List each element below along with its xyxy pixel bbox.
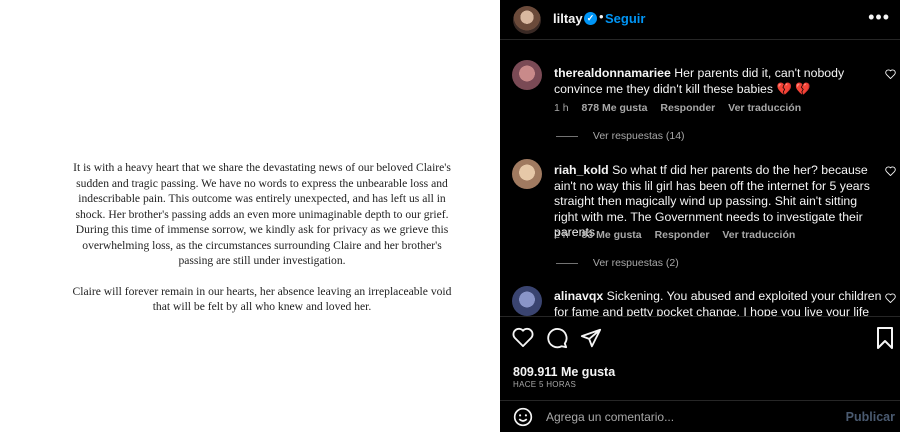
comment-bubble-icon[interactable]: [546, 327, 568, 354]
comment-time: 2 h: [554, 229, 569, 241]
comment-meta: 1 h 878 Me gusta Responder Ver traducció…: [554, 102, 811, 114]
view-replies-button[interactable]: Ver respuestas (14): [556, 130, 685, 142]
like-post-heart-icon[interactable]: [512, 327, 534, 352]
replies-divider: [556, 262, 578, 264]
comment-likes[interactable]: 878 Me gusta: [582, 102, 648, 114]
post-timestamp: HACE 5 HORAS: [513, 380, 577, 389]
comment-body: therealdonnamariee Her parents did it, c…: [554, 66, 884, 97]
view-replies-label: Ver respuestas (14): [592, 130, 685, 142]
author-avatar[interactable]: [513, 6, 541, 34]
comment-time: 1 h: [554, 102, 569, 114]
comment-composer: Agrega un comentario... Publicar: [500, 400, 900, 432]
post-header: liltay ✓ • Seguir •••: [500, 0, 900, 40]
statement-paragraph-1: It is with a heavy heart that we share t…: [73, 161, 451, 267]
comment-text: Sickening. You abused and exploited your…: [554, 289, 882, 316]
translate-button[interactable]: Ver traducción: [722, 229, 795, 241]
view-replies-label: Ver respuestas (2): [592, 257, 679, 269]
statement-paragraph-2: Claire will forever remain in our hearts…: [72, 284, 452, 314]
comment-avatar[interactable]: [512, 286, 542, 316]
view-replies-button[interactable]: Ver respuestas (2): [556, 257, 679, 269]
post-actions: 809.911 Me gusta HACE 5 HORAS: [500, 316, 900, 400]
follow-button[interactable]: Seguir: [605, 11, 645, 26]
comment-avatar[interactable]: [512, 159, 542, 189]
post-likes-count[interactable]: 809.911 Me gusta: [513, 365, 615, 379]
comments-list[interactable]: therealdonnamariee Her parents did it, c…: [500, 40, 900, 316]
like-comment-heart-icon[interactable]: [885, 166, 896, 179]
emoji-picker-icon[interactable]: [513, 407, 533, 432]
publish-button[interactable]: Publicar: [846, 410, 895, 424]
like-comment-heart-icon[interactable]: [885, 293, 896, 306]
post-side-panel: liltay ✓ • Seguir ••• therealdonnamariee…: [500, 0, 900, 432]
reply-button[interactable]: Responder: [660, 102, 715, 114]
comment-body: alinavqx Sickening. You abused and explo…: [554, 289, 884, 316]
comment-username[interactable]: riah_kold: [554, 163, 609, 177]
comment-username[interactable]: alinavqx: [554, 289, 603, 303]
comment-avatar[interactable]: [512, 60, 542, 90]
author-username[interactable]: liltay: [553, 11, 583, 26]
comment-likes[interactable]: 83 Me gusta: [582, 229, 642, 241]
comment-username[interactable]: therealdonnamariee: [554, 66, 671, 80]
comment-input[interactable]: Agrega un comentario...: [546, 410, 674, 424]
save-bookmark-icon[interactable]: [876, 327, 894, 354]
share-paper-plane-icon[interactable]: [580, 327, 602, 354]
comment-meta: 2 h 83 Me gusta Responder Ver traducción: [554, 229, 805, 241]
reply-button[interactable]: Responder: [655, 229, 710, 241]
more-options-icon[interactable]: •••: [868, 7, 890, 28]
like-comment-heart-icon[interactable]: [885, 69, 896, 82]
replies-divider: [556, 135, 578, 137]
translate-button[interactable]: Ver traducción: [728, 102, 801, 114]
post-image: It is with a heavy heart that we share t…: [0, 0, 500, 432]
statement-text: It is with a heavy heart that we share t…: [66, 160, 458, 330]
header-separator: •: [599, 9, 604, 24]
verified-badge-icon: ✓: [584, 12, 597, 25]
